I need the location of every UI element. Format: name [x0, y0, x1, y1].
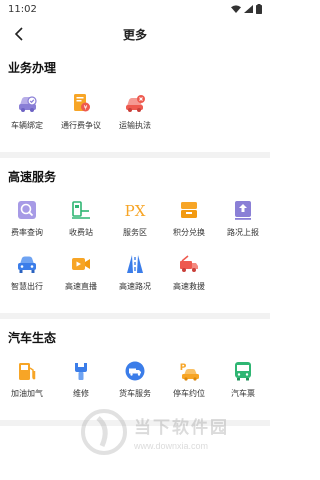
points-exchange-icon [178, 199, 200, 221]
menu-item-label: 高速路况 [119, 282, 151, 291]
menu-item-label: 加油加气 [11, 389, 43, 398]
menu-item-toll-dispute[interactable]: ¥ 通行费争议 [54, 90, 108, 144]
section-title: 汽车生态 [8, 331, 57, 345]
menu-item-label: 服务区 [123, 228, 147, 237]
wifi-icon [231, 5, 241, 13]
menu-item-road-condition[interactable]: 高速路况 [108, 251, 162, 305]
menu-item-label: 费率查询 [11, 228, 43, 237]
menu-item-road-report[interactable]: 路况上报 [216, 197, 270, 251]
menu-item-live-stream[interactable]: 高速直播 [54, 251, 108, 305]
parking-icon: P [178, 360, 200, 382]
menu-item-label: 路况上报 [227, 228, 259, 237]
menu-item-label: 停车约位 [173, 389, 205, 398]
menu-item-rate-query[interactable]: 费率查询 [0, 197, 54, 251]
status-icons [231, 4, 262, 14]
section-title: 业务办理 [8, 61, 57, 75]
toll-station-icon [70, 199, 92, 221]
menu-item-points-exchange[interactable]: 积分兑换 [162, 197, 216, 251]
nav-bar: 更多 [0, 18, 270, 50]
menu-item-label: 货车服务 [119, 389, 151, 398]
menu-item-toll-station[interactable]: 收费站 [54, 197, 108, 251]
live-stream-icon [70, 253, 92, 275]
menu-item-label: 运输执法 [119, 121, 151, 130]
truck-service-icon [124, 360, 146, 382]
menu-item-label: 通行费争议 [61, 121, 101, 130]
signal-icon [244, 5, 253, 13]
watermark: 当下软件园 www.downxia.com [80, 400, 260, 464]
menu-item-service-area[interactable]: PX 服务区 [108, 197, 162, 251]
fuel-icon [16, 360, 38, 382]
back-button[interactable] [10, 25, 28, 43]
menu-item-label: 汽车票 [231, 389, 255, 398]
watermark-logo-icon [81, 409, 127, 455]
menu-item-label: 高速直播 [65, 282, 97, 291]
menu-item-rescue[interactable]: 高速救援 [162, 251, 216, 305]
smart-travel-icon [16, 253, 38, 275]
menu-item-label: 积分兑换 [173, 228, 205, 237]
transport-enforcement-icon [124, 92, 146, 114]
menu-item-label: 维修 [73, 389, 89, 398]
toll-dispute-icon: ¥ [70, 92, 92, 114]
section-business: 业务办理 车辆绑定 ¥ 通行费争议 运输执法 [0, 50, 270, 152]
section-highway: 高速服务 费率查询 收费站 PX 服务区 积分兑换 路况上报 智慧出行 高速直播… [0, 158, 270, 313]
bus-ticket-icon [232, 360, 254, 382]
status-time: 11:02 [8, 3, 37, 15]
svg-text:¥: ¥ [84, 105, 88, 112]
menu-item-car-bind[interactable]: 车辆绑定 [0, 90, 54, 144]
menu-item-fuel[interactable]: 加油加气 [0, 358, 54, 412]
service-area-icon: PX [124, 199, 146, 221]
battery-icon [256, 4, 262, 14]
watermark-name: 当下软件园 [134, 418, 229, 438]
menu-item-label: 高速救援 [173, 282, 205, 291]
menu-item-transport-enforcement[interactable]: 运输执法 [108, 90, 162, 144]
repair-icon [70, 360, 92, 382]
status-bar: 11:02 [0, 0, 270, 18]
menu-item-smart-travel[interactable]: 智慧出行 [0, 251, 54, 305]
road-condition-icon [124, 253, 146, 275]
menu-item-label: 智慧出行 [11, 282, 43, 291]
menu-item-label: 收费站 [69, 228, 93, 237]
rescue-icon [178, 253, 200, 275]
section-title: 高速服务 [8, 170, 57, 184]
road-report-icon [232, 199, 254, 221]
chevron-left-icon [14, 27, 23, 41]
watermark-url: www.downxia.com [134, 441, 209, 451]
car-bind-icon [16, 92, 38, 114]
page-title: 更多 [122, 27, 147, 42]
menu-item-label: 车辆绑定 [11, 121, 43, 130]
rate-query-icon [16, 199, 38, 221]
svg-text:PX: PX [125, 202, 146, 220]
